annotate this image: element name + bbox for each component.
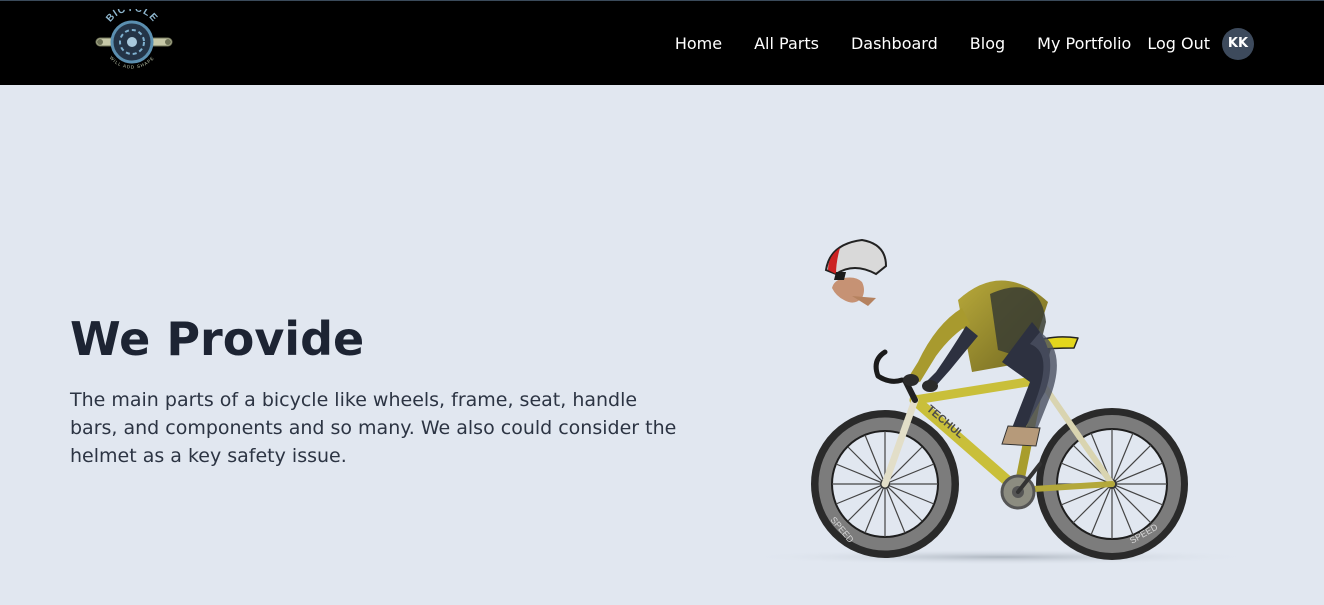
hero-description: The main parts of a bicycle like wheels,…: [70, 389, 677, 467]
avatar-initials: KK: [1227, 36, 1249, 51]
hero-title: We Provide: [70, 312, 365, 366]
cyclist-image: SPEED SPEED TECHUL: [740, 232, 1260, 572]
main-nav: Home All Parts Dashboard Blog My Portfol…: [675, 1, 1254, 86]
top-navbar: BICYCLE WILL ADD SHAPE Home All Parts Da…: [0, 0, 1324, 85]
nav-my-portfolio-link[interactable]: My Portfolio: [1037, 34, 1131, 53]
nav-dashboard-link[interactable]: Dashboard: [851, 34, 938, 53]
user-avatar[interactable]: KK: [1222, 27, 1254, 60]
nav-home-link[interactable]: Home: [675, 34, 722, 53]
brand-logo[interactable]: BICYCLE WILL ADD SHAPE: [92, 3, 176, 77]
nav-blog-link[interactable]: Blog: [970, 34, 1005, 53]
logout-button[interactable]: Log Out: [1147, 34, 1210, 53]
nav-all-parts-link[interactable]: All Parts: [754, 34, 819, 53]
